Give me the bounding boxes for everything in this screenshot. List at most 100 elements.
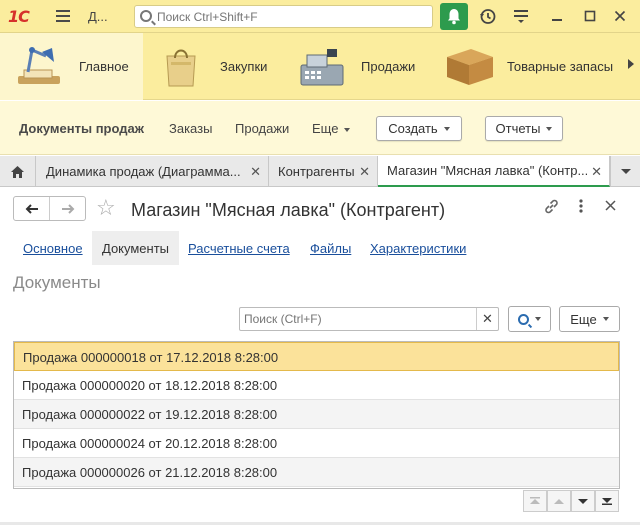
documents-list[interactable]: Продажа 000000018 от 17.12.2018 8:28:00 …: [13, 341, 620, 489]
cash-register-icon: [300, 49, 344, 86]
sections-panel: Главное Закупки Продажи Товарные запасы: [0, 33, 640, 100]
section-label: Главное: [79, 59, 129, 74]
box-icon: [447, 49, 493, 85]
scroll-top-icon: [530, 497, 540, 504]
forward-button[interactable]: [49, 197, 85, 220]
notifications-button[interactable]: [440, 3, 468, 30]
scroll-bottom-icon: [602, 498, 612, 505]
command-orders[interactable]: Заказы: [169, 121, 212, 136]
section-label: Закупки: [220, 59, 268, 74]
chevron-down-icon: [602, 317, 609, 321]
section-purchases[interactable]: Закупки: [143, 33, 283, 100]
functions-button[interactable]: [509, 5, 533, 27]
search-icon: [140, 10, 152, 22]
list-scroll-buttons: [523, 490, 620, 512]
section-sales[interactable]: Продажи: [283, 33, 423, 100]
table-row[interactable]: Продажа 000000020 от 18.12.2018 8:28:00: [14, 371, 619, 400]
minimize-button[interactable]: [545, 5, 569, 27]
reports-label: Отчеты: [495, 121, 541, 136]
create-button[interactable]: Создать: [376, 116, 462, 141]
reports-button[interactable]: Отчеты: [485, 116, 563, 141]
create-label: Создать: [388, 121, 438, 136]
close-icon: [614, 10, 626, 22]
sections-scroll-right-icon[interactable]: [628, 59, 634, 69]
history-icon: [479, 8, 495, 24]
tab-label: Контрагенты: [278, 164, 355, 179]
find-button[interactable]: [508, 306, 551, 332]
form-tab-documents[interactable]: Документы: [92, 231, 180, 265]
table-row[interactable]: Продажа 000000022 от 19.12.2018 8:28:00: [14, 400, 619, 429]
scroll-to-bottom-button[interactable]: [595, 490, 619, 512]
close-tab-icon[interactable]: ✕: [359, 164, 370, 180]
form-tab-main[interactable]: Основное: [23, 241, 83, 256]
section-label: Продажи: [361, 59, 416, 74]
maximize-icon: [584, 10, 596, 22]
scroll-down-button[interactable]: [571, 490, 595, 512]
chevron-down-icon: [578, 498, 588, 504]
clear-search-button[interactable]: ✕: [476, 308, 498, 330]
minimize-icon: [552, 19, 562, 21]
form-tab-bank-accounts[interactable]: Расчетные счета: [188, 241, 290, 256]
app-logo: 1С: [8, 7, 44, 26]
main-menu-icon[interactable]: [56, 10, 70, 22]
command-sales[interactable]: Продажи: [235, 121, 289, 136]
navigation-buttons: [13, 196, 86, 221]
list-search-input[interactable]: [244, 311, 474, 327]
close-window-button[interactable]: [608, 5, 632, 27]
settings-menu-icon: [514, 10, 528, 23]
list-more-label: Еще: [570, 311, 597, 327]
close-tab-icon[interactable]: ✕: [250, 164, 261, 180]
section-title: Документы: [13, 273, 101, 292]
list-search[interactable]: ✕: [239, 307, 499, 331]
section-inventory[interactable]: Товарные запасы: [423, 33, 618, 100]
back-button[interactable]: [14, 197, 49, 220]
form-tab-characteristics[interactable]: Характеристики: [370, 241, 466, 256]
shopping-bag-icon: [166, 49, 196, 87]
maximize-button[interactable]: [578, 5, 602, 27]
home-icon: [11, 165, 24, 178]
command-more-label: Еще: [312, 121, 339, 136]
more-vertical-icon: [579, 199, 583, 213]
command-more[interactable]: Еще: [312, 121, 351, 136]
close-tab-icon[interactable]: ✕: [591, 164, 602, 180]
search-icon: [518, 313, 529, 325]
close-icon: ✕: [482, 311, 493, 326]
chevron-down-icon: [443, 126, 450, 131]
tab-label: Магазин "Мясная лавка" (Контр...: [387, 163, 587, 178]
current-command[interactable]: Документы продаж: [19, 121, 144, 136]
chevron-down-icon: [535, 317, 541, 321]
section-main[interactable]: Главное: [0, 33, 143, 100]
arrow-right-icon: [61, 203, 74, 214]
bell-icon: [448, 9, 460, 25]
close-form-button[interactable]: [605, 198, 616, 215]
close-icon: [605, 200, 616, 211]
table-row[interactable]: Продажа 000000024 от 20.12.2018 8:28:00: [14, 429, 619, 458]
global-search-input[interactable]: [157, 8, 427, 25]
chevron-down-icon: [620, 169, 631, 174]
tab-meat-shop[interactable]: Магазин "Мясная лавка" (Контр... ✕: [378, 156, 610, 187]
link-icon: [545, 199, 558, 214]
table-row[interactable]: Продажа 000000018 от 17.12.2018 8:28:00: [14, 342, 619, 371]
tab-counterparties[interactable]: Контрагенты ✕: [269, 156, 378, 187]
link-button[interactable]: [543, 198, 560, 219]
scroll-up-button[interactable]: [547, 490, 571, 512]
favorite-star-icon[interactable]: ☆: [96, 196, 116, 220]
form-menu-button[interactable]: [578, 198, 584, 218]
table-row[interactable]: Продажа 000000026 от 21.12.2018 8:28:00: [14, 458, 619, 487]
title-bar: 1С Д...: [0, 0, 640, 33]
section-label: Товарные запасы: [507, 59, 614, 74]
app-title: Д...: [88, 9, 108, 24]
form-title: Магазин "Мясная лавка" (Контрагент): [131, 200, 446, 220]
chevron-down-icon: [546, 126, 553, 131]
home-tab[interactable]: [0, 156, 36, 187]
tabs-list-button[interactable]: [610, 156, 640, 187]
list-more-button[interactable]: Еще: [559, 306, 620, 332]
tab-label: Динамика продаж (Диаграмма...: [46, 164, 241, 179]
global-search[interactable]: [134, 5, 433, 28]
open-windows-bar: Динамика продаж (Диаграмма... ✕ Контраге…: [0, 156, 640, 187]
history-button[interactable]: [475, 5, 499, 27]
tab-sales-dynamics[interactable]: Динамика продаж (Диаграмма... ✕: [37, 156, 269, 187]
form-tab-files[interactable]: Файлы: [310, 241, 351, 256]
chevron-down-icon: [344, 127, 351, 132]
scroll-to-top-button[interactable]: [523, 490, 547, 512]
